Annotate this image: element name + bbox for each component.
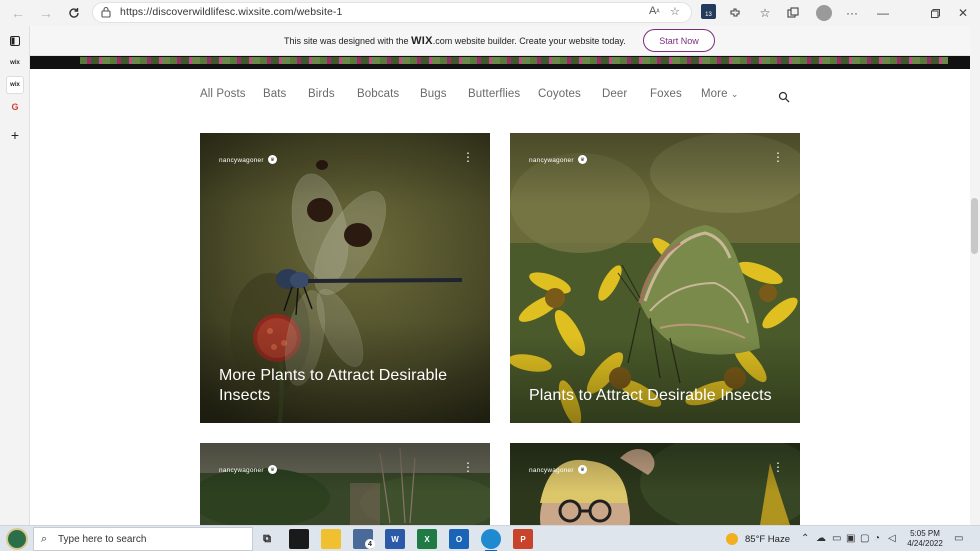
mail-app-icon[interactable]: 4 <box>353 529 375 549</box>
windows-taskbar: ⌕ Type here to search ⧉ 4 W X O P 85°F H… <box>0 525 980 551</box>
cloud-icon[interactable]: ☁ <box>816 533 826 544</box>
word-app-icon[interactable]: W <box>385 529 405 549</box>
admin-badge-icon: ♛ <box>268 155 277 164</box>
browser-sidebar: wix wix G + <box>0 26 30 525</box>
search-icon: ⌕ <box>41 533 48 545</box>
extension-badge-count: 13 <box>705 12 712 18</box>
category-bobcats[interactable]: Bobcats <box>357 88 399 100</box>
category-menu: All Posts Bats Birds Bobcats Bugs Butter… <box>30 69 970 125</box>
file-explorer-icon[interactable] <box>321 529 341 549</box>
forward-icon[interactable]: → <box>36 3 56 23</box>
category-deer[interactable]: Deer <box>602 88 627 100</box>
outlook-app-icon[interactable]: O <box>449 529 469 549</box>
display-icon[interactable]: ▢ <box>860 533 869 544</box>
category-foxes[interactable]: Foxes <box>650 88 682 100</box>
sidebar-tab-wix-2[interactable]: wix <box>6 76 24 94</box>
admin-badge-icon: ♛ <box>578 465 587 474</box>
taskbar-search-box[interactable]: ⌕ Type here to search <box>33 527 253 551</box>
post-author[interactable]: nancywagoner <box>219 157 264 164</box>
sidebar-tab-google[interactable]: G <box>6 98 24 116</box>
header-image-strip <box>30 56 970 69</box>
post-author[interactable]: nancywagoner <box>529 157 574 164</box>
post-author[interactable]: nancywagoner <box>219 467 264 474</box>
category-butterflies[interactable]: Butterflies <box>468 88 520 100</box>
more-options-icon[interactable]: ··· <box>843 4 861 22</box>
address-bar[interactable]: https://discoverwildlifesc.wixsite.com/w… <box>92 2 692 23</box>
post-title[interactable]: More Plants to Attract Desirable Insects <box>219 366 469 406</box>
new-tab-icon[interactable]: + <box>6 126 24 144</box>
extension-calendar-icon[interactable]: 13 <box>701 4 716 19</box>
post-card[interactable]: nancywagoner ♛ ⋮ Plants to Attract Desir… <box>510 133 800 423</box>
collections-icon[interactable] <box>784 4 802 22</box>
notifications-icon[interactable]: ▭ <box>954 533 963 544</box>
search-icon[interactable] <box>778 90 790 103</box>
system-clock[interactable]: 5:05 PM 4/24/2022 <box>904 529 946 549</box>
category-coyotes[interactable]: Coyotes <box>538 88 581 100</box>
category-birds[interactable]: Birds <box>308 88 335 100</box>
category-all-posts[interactable]: All Posts <box>200 88 246 100</box>
wix-promo-banner: This site was designed with the WIX.com … <box>30 26 970 56</box>
edge-app-icon[interactable] <box>481 529 501 551</box>
terminal-app-icon[interactable] <box>289 529 309 549</box>
browser-toolbar: ← → https://discoverwildlifesc.wixsite.c… <box>0 0 980 26</box>
wifi-icon[interactable]: ◔ <box>874 533 880 544</box>
card-overlay <box>200 443 490 525</box>
profile-avatar[interactable] <box>816 5 832 21</box>
admin-badge-icon: ♛ <box>578 155 587 164</box>
excel-app-icon[interactable]: X <box>417 529 437 549</box>
weather-text[interactable]: 85°F Haze <box>745 534 790 545</box>
weather-sun-icon[interactable] <box>726 533 738 545</box>
clock-time: 5:05 PM <box>910 529 940 538</box>
taskbar-search-placeholder: Type here to search <box>58 534 147 545</box>
chevron-up-icon[interactable]: ⌃ <box>801 533 809 544</box>
category-more-label: More <box>701 88 728 100</box>
card-overlay <box>510 443 800 525</box>
chevron-down-icon: ⌄ <box>730 89 739 99</box>
back-icon[interactable]: ← <box>8 3 28 23</box>
onedrive-icon[interactable]: ▭ <box>832 533 841 544</box>
category-bugs[interactable]: Bugs <box>420 88 447 100</box>
refresh-icon[interactable] <box>64 3 84 23</box>
page-scrollbar[interactable] <box>970 26 980 525</box>
maximize-icon[interactable] <box>926 4 944 22</box>
extensions-icon[interactable] <box>726 4 744 22</box>
post-card[interactable]: nancywagoner ♛ ⋮ <box>510 443 800 525</box>
more-actions-icon[interactable]: ⋮ <box>462 151 474 163</box>
post-card[interactable]: nancywagoner ♛ ⋮ More Plants to Attract … <box>200 133 490 423</box>
category-more[interactable]: More ⌄ <box>701 88 739 100</box>
powerpoint-app-icon[interactable]: P <box>513 529 533 549</box>
read-aloud-icon[interactable]: Aᴬ <box>649 5 660 17</box>
category-bats[interactable]: Bats <box>263 88 286 100</box>
task-view-icon[interactable]: ⧉ <box>257 529 277 549</box>
close-icon[interactable]: ✕ <box>954 4 972 22</box>
minimize-icon[interactable]: — <box>874 4 892 22</box>
more-actions-icon[interactable]: ⋮ <box>772 461 784 473</box>
more-actions-icon[interactable]: ⋮ <box>462 461 474 473</box>
meet-now-icon[interactable]: ▣ <box>846 533 855 544</box>
admin-badge-icon: ♛ <box>268 465 277 474</box>
mail-badge: 4 <box>365 539 375 549</box>
lock-icon[interactable] <box>101 6 113 18</box>
favorites-icon[interactable]: ☆ <box>756 4 774 22</box>
volume-icon[interactable]: ◁ <box>888 533 896 544</box>
more-actions-icon[interactable]: ⋮ <box>772 151 784 163</box>
wix-text-before: This site was designed with the <box>284 36 412 46</box>
card-overlay <box>510 133 800 423</box>
favorite-add-icon[interactable]: ☆ <box>670 5 680 18</box>
post-title[interactable]: Plants to Attract Desirable Insects <box>529 386 789 406</box>
start-button[interactable] <box>6 528 28 550</box>
wix-text-after: .com website builder. Create your websit… <box>432 36 626 46</box>
tab-actions-icon[interactable] <box>6 32 24 50</box>
sidebar-tab-wix-1[interactable]: wix <box>6 54 24 72</box>
wix-banner-text: This site was designed with the WIX.com … <box>284 35 626 47</box>
post-card[interactable]: nancywagoner ♛ ⋮ <box>200 443 490 525</box>
wix-brand: WIX <box>411 35 433 47</box>
scrollbar-thumb[interactable] <box>971 198 978 254</box>
post-author[interactable]: nancywagoner <box>529 467 574 474</box>
start-now-button[interactable]: Start Now <box>643 29 715 52</box>
flower-banner-image <box>80 57 948 64</box>
clock-date: 4/24/2022 <box>907 539 943 548</box>
url-text[interactable]: https://discoverwildlifesc.wixsite.com/w… <box>120 6 342 18</box>
